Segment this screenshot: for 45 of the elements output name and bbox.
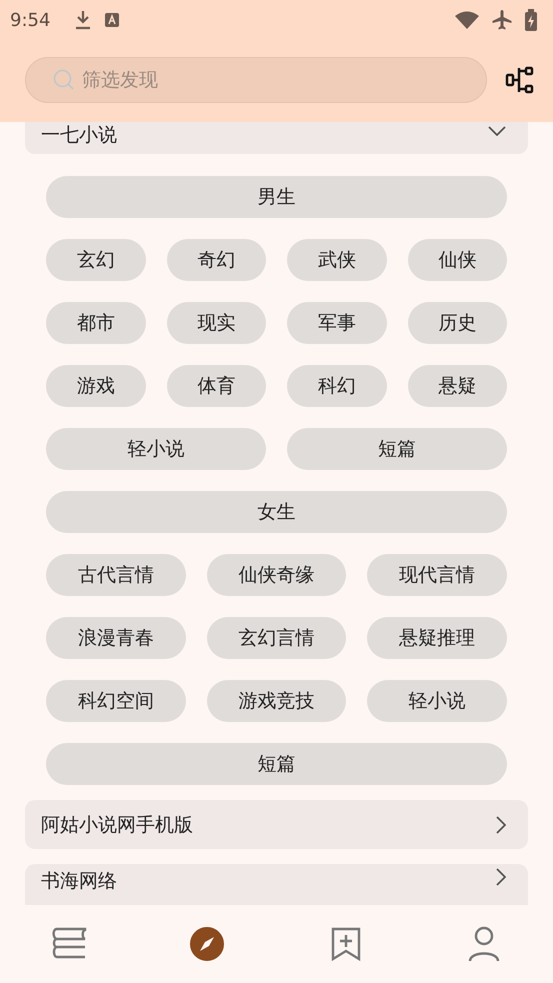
category-chip[interactable]: 游戏竞技	[206, 680, 346, 722]
category-chip[interactable]: 仙侠	[408, 239, 507, 281]
category-chip[interactable]: 现代言情	[367, 554, 507, 596]
app-notification-icon	[104, 12, 120, 28]
category-chip[interactable]: 仙侠奇缘	[206, 554, 346, 596]
group-icon[interactable]	[505, 65, 535, 95]
category-chip[interactable]: 玄幻	[46, 239, 146, 281]
category-chip[interactable]: 悬疑推理	[367, 617, 507, 659]
category-chip[interactable]: 科幻	[287, 365, 386, 407]
category-chip[interactable]: 轻小说	[46, 428, 266, 470]
status-time: 9:54	[10, 10, 50, 30]
category-chip[interactable]: 武侠	[287, 239, 386, 281]
source-item[interactable]: 阿姑小说网手机版	[25, 800, 528, 849]
category-chip[interactable]: 游戏	[46, 365, 146, 407]
chevron-right-icon	[496, 816, 506, 834]
category-chip[interactable]: 轻小说	[367, 680, 507, 722]
wifi-icon	[455, 11, 479, 29]
category-chip[interactable]: 历史	[408, 302, 507, 344]
battery-icon	[525, 9, 537, 31]
category-chip[interactable]: 玄幻言情	[206, 617, 346, 659]
category-chip[interactable]: 都市	[46, 302, 146, 344]
compass-icon[interactable]	[190, 927, 224, 961]
books-icon[interactable]	[51, 927, 88, 961]
category-chip[interactable]: 短篇	[46, 743, 507, 785]
search-field[interactable]: 筛选发现	[25, 57, 487, 103]
category-chip[interactable]: 悬疑	[408, 365, 507, 407]
airplane-icon	[491, 9, 513, 31]
category-chip[interactable]: 短篇	[287, 428, 507, 470]
source-item[interactable]: 一七小说	[25, 122, 528, 154]
chevron-down-icon	[488, 126, 506, 136]
source-item[interactable]: 书海网络	[25, 864, 528, 905]
category-chip[interactable]: 军事	[287, 302, 386, 344]
category-chip[interactable]: 男生	[46, 176, 507, 218]
category-chip[interactable]: 体育	[166, 365, 266, 407]
category-chip[interactable]: 浪漫青春	[46, 617, 186, 659]
bookmark-add-icon[interactable]	[330, 927, 361, 961]
category-chip[interactable]: 古代言情	[46, 554, 186, 596]
category-chip[interactable]: 科幻空间	[46, 680, 186, 722]
search-icon	[53, 69, 75, 91]
person-icon[interactable]	[468, 926, 500, 962]
download-icon	[74, 10, 92, 30]
category-chip[interactable]: 女生	[46, 491, 507, 533]
chevron-right-icon	[496, 868, 506, 886]
category-chip[interactable]: 奇幻	[166, 239, 266, 281]
category-chip[interactable]: 现实	[166, 302, 266, 344]
